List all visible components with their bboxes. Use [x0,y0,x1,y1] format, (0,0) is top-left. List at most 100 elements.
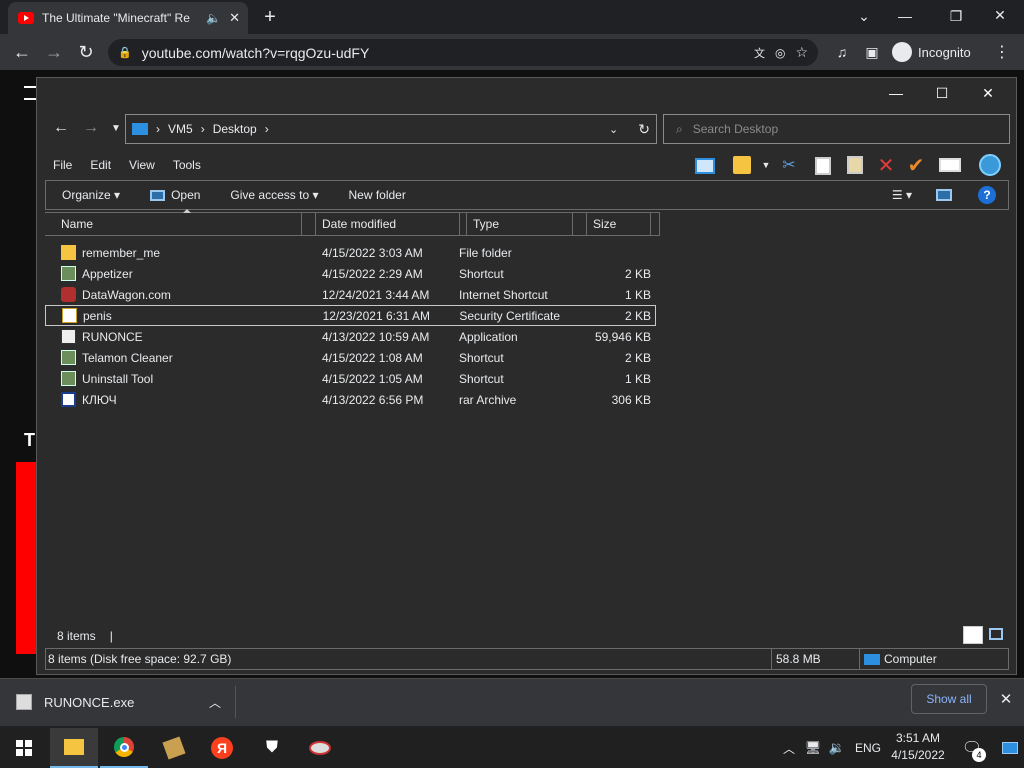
explorer-back-button[interactable]: ← [51,118,71,138]
download-filename: RUNONCE.exe [44,694,135,710]
explorer-maximize-button[interactable]: ☐ [919,82,965,104]
column-separator[interactable] [573,213,587,235]
give-access-button[interactable]: Give access to ▾ [230,188,318,202]
rename-icon[interactable] [939,158,961,172]
download-item[interactable]: RUNONCE.exe ︿ [16,686,236,718]
taskbar-security[interactable]: ⛊ [248,728,296,768]
taskbar-yandex[interactable]: Я [198,728,246,768]
tab-search-icon[interactable]: ⌄ [852,6,876,26]
explorer-close-button[interactable]: ✕ [965,82,1011,104]
address-refresh-icon[interactable]: ↻ [638,121,650,138]
shortcut-icon [61,266,76,281]
show-all-button[interactable]: Show all [911,684,987,714]
start-button[interactable] [0,728,48,768]
large-icons-view-icon[interactable] [989,628,1003,640]
translate-icon[interactable]: 文 [754,45,765,61]
incognito-label: Incognito [918,44,971,60]
column-date[interactable]: Date modified [316,213,460,235]
chevron-up-icon[interactable]: ︿ [209,694,221,711]
taskbar-chrome[interactable] [100,728,148,768]
menu-view[interactable]: View [129,158,155,172]
table-row[interactable]: remember_me 4/15/2022 3:03 AM File folder [45,242,656,263]
delete-icon[interactable]: ✕ [875,154,897,177]
menu-tools[interactable]: Tools [173,158,201,172]
explorer-forward-button[interactable]: → [81,118,101,138]
back-button[interactable]: ← [10,40,34,64]
globe-icon[interactable] [979,154,1001,176]
new-tab-button[interactable]: + [258,6,282,28]
column-size[interactable]: Size [587,213,651,235]
browser-tab[interactable]: The Ultimate "Minecraft" Re 🔈 ✕ [8,2,248,34]
properties-check-icon[interactable]: ✔ [905,154,927,177]
taskbar-explorer[interactable] [50,728,98,768]
eye-off-icon[interactable]: ◎ [775,46,785,60]
language-indicator[interactable]: ENG [852,728,884,768]
incognito-indicator[interactable]: Incognito [892,40,987,64]
cut-icon[interactable]: ✂ [779,155,799,175]
explorer-address-bar[interactable]: › VM5 › Desktop › ⌄ ↻ [125,114,657,144]
volume-icon[interactable]: 🔉 [826,728,848,768]
menu-file[interactable]: File [53,158,72,172]
table-row[interactable]: Appetizer 4/15/2022 2:29 AM Shortcut 2 KB [45,263,656,284]
close-browser-button[interactable]: ✕ [988,5,1012,25]
column-name[interactable]: Name [45,213,302,235]
tray-overflow[interactable]: ︿ [778,728,800,768]
preview-pane-icon[interactable] [695,158,715,174]
computer-icon [132,123,148,135]
speaker-icon[interactable]: 🔈 [206,11,221,25]
paste-icon[interactable] [847,156,863,174]
taskbar-archiver[interactable] [150,728,198,768]
file-name-cell: RUNONCE [45,329,315,344]
address-bar[interactable]: 🔒 youtube.com/watch?v=rqgOzu-udFY 文 ◎ ☆ [108,39,818,66]
breadcrumb-desktop[interactable]: Desktop [213,122,257,136]
open-button[interactable]: Open [150,188,200,202]
side-panel-icon[interactable]: ▣ [862,42,882,62]
explorer-minimize-button[interactable]: — [873,82,919,104]
new-folder-button[interactable]: New folder [348,188,405,202]
table-row[interactable]: penis 12/23/2021 6:31 AM Security Certific… [45,305,656,326]
breadcrumb-vm5[interactable]: VM5 [168,122,193,136]
lock-icon[interactable]: 🔒 [118,46,132,59]
close-download-bar-icon[interactable]: ✕ [998,690,1014,708]
help-icon[interactable]: ? [978,186,996,204]
restore-browser-button[interactable]: ❐ [944,6,968,26]
column-separator[interactable] [302,213,316,235]
organize-button[interactable]: Organize ▾ [62,188,120,202]
notification-badge: 4 [972,748,986,762]
reload-button[interactable]: ↻ [74,40,98,64]
minimize-browser-button[interactable]: — [893,6,917,26]
file-explorer-icon [64,739,84,755]
menu-edit[interactable]: Edit [90,158,111,172]
folder-options-dropdown-icon[interactable]: ▼ [761,158,771,172]
show-desktop-button[interactable] [996,728,1024,768]
column-separator[interactable] [460,213,467,235]
explorer-search-field[interactable]: ⌕ Search Desktop [663,114,1010,144]
tab-title: The Ultimate "Minecraft" Re [42,11,190,25]
copy-icon[interactable] [815,157,831,175]
clock[interactable]: 3:51 AM 4/15/2022 [886,730,950,764]
file-size: 1 KB [624,287,651,302]
table-row[interactable]: КЛЮЧ 4/13/2022 6:56 PM rar Archive 306 KB [45,389,656,410]
file-date: 4/15/2022 2:29 AM [322,266,423,281]
forward-button[interactable]: → [42,40,66,64]
column-type[interactable]: Type [467,213,573,235]
table-row[interactable]: Telamon Cleaner 4/15/2022 1:08 AM Shortcut… [45,347,656,368]
details-view-icon[interactable] [963,626,983,644]
table-row[interactable]: DataWagon.com 12/24/2021 3:44 AM Internet … [45,284,656,305]
taskbar-app[interactable] [296,728,344,768]
table-row[interactable]: Uninstall Tool 4/15/2022 1:05 AM Shortcut 1… [45,368,656,389]
network-icon[interactable]: 🖥 [802,728,824,768]
preview-toggle-icon[interactable] [936,189,952,201]
file-name: Appetizer [82,266,133,281]
tab-close-icon[interactable]: ✕ [229,10,240,26]
notification-center[interactable]: 🗨 4 [954,728,990,768]
table-row[interactable]: RUNONCE 4/13/2022 10:59 AM Application 59,9… [45,326,656,347]
recent-locations-icon[interactable]: ▼ [109,118,123,138]
folder-options-icon[interactable] [733,156,751,174]
address-dropdown-icon[interactable]: ⌄ [609,123,618,136]
selection-size-status: 58.8 MB [772,649,860,669]
media-control-icon[interactable]: ♫ [832,42,852,62]
browser-menu-icon[interactable]: ⋮ [994,42,1010,62]
view-options-icon[interactable]: ☰ ▾ [892,188,912,202]
bookmark-star-icon[interactable]: ☆ [795,44,808,61]
